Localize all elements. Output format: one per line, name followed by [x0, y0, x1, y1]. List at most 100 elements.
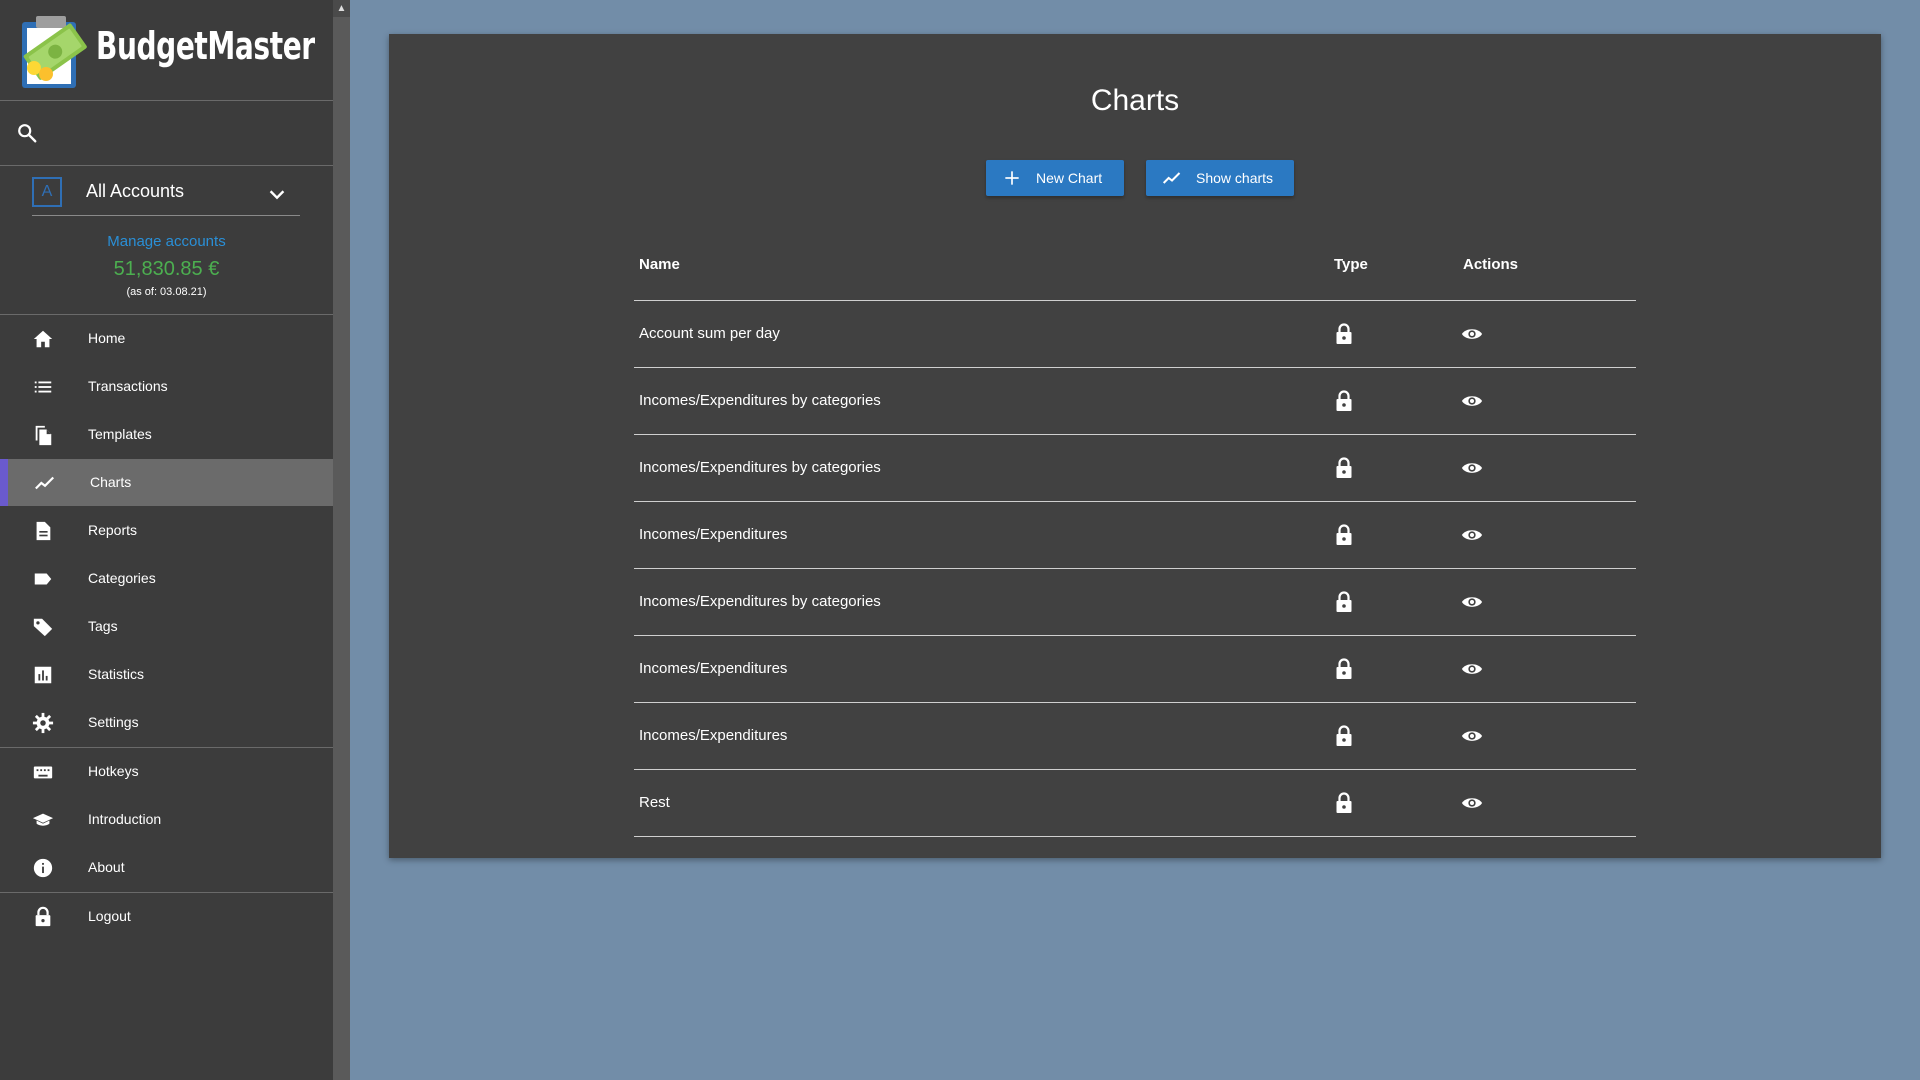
new-chart-button[interactable]: New Chart — [986, 160, 1124, 196]
app-title: BudgetMaster — [96, 24, 315, 68]
bar-chart-icon — [32, 664, 54, 686]
manage-accounts-link[interactable]: Manage accounts — [0, 233, 333, 250]
nav-label: About — [88, 859, 125, 875]
account-select-underline — [32, 215, 300, 216]
eye-icon[interactable] — [1461, 727, 1483, 745]
nav-label: Templates — [88, 426, 152, 442]
tag-icon — [32, 616, 54, 638]
nav-item-settings[interactable]: Settings — [0, 699, 333, 746]
nav-label: Logout — [88, 908, 131, 924]
table-row: Account sum per day — [634, 301, 1636, 368]
nav-item-reports[interactable]: Reports — [0, 507, 333, 554]
nav-label: Tags — [88, 618, 118, 634]
keyboard-icon — [32, 761, 54, 783]
nav-item-transactions[interactable]: Transactions — [0, 363, 333, 410]
chart-name: Incomes/Expenditures — [639, 727, 788, 744]
nav-item-statistics[interactable]: Statistics — [0, 651, 333, 698]
eye-icon[interactable] — [1461, 660, 1483, 678]
search-icon[interactable] — [16, 122, 38, 144]
gear-icon — [32, 712, 54, 734]
table-row: Incomes/Expenditures by categories — [634, 368, 1636, 435]
lock-icon — [1334, 323, 1354, 345]
charts-table: Name Type Actions Account sum per day Inc… — [634, 244, 1636, 837]
sidebar: BudgetMaster A All Accounts Manage accou… — [0, 0, 333, 1080]
new-chart-label: New Chart — [1036, 170, 1103, 186]
file-copy-icon — [32, 424, 54, 446]
nav-label: Charts — [90, 474, 132, 490]
scroll-up-icon[interactable]: ▲ — [333, 0, 350, 17]
chart-name: Account sum per day — [639, 325, 780, 342]
lock-icon — [1334, 591, 1354, 613]
nav-label: Settings — [88, 714, 139, 730]
nav-item-hotkeys[interactable]: Hotkeys — [0, 748, 333, 795]
chart-name: Incomes/Expenditures by categories — [639, 593, 881, 610]
sidebar-scrollbar[interactable]: ▲ — [333, 0, 350, 1080]
table-header: Name Type Actions — [634, 244, 1636, 301]
chart-name: Incomes/Expenditures — [639, 660, 788, 677]
eye-icon[interactable] — [1461, 526, 1483, 544]
eye-icon[interactable] — [1461, 325, 1483, 343]
account-badge: A — [32, 177, 62, 207]
school-icon — [32, 809, 54, 831]
nav-label: Statistics — [88, 666, 145, 682]
eye-icon[interactable] — [1461, 392, 1483, 410]
account-balance: 51,830.85 € — [113, 258, 220, 280]
chart-line-icon — [34, 472, 56, 494]
nav-item-templates[interactable]: Templates — [0, 411, 333, 458]
nav-label: Transactions — [88, 378, 168, 394]
column-header-type[interactable]: Type — [1334, 256, 1368, 273]
nav-label: Home — [88, 330, 126, 346]
document-icon — [32, 520, 54, 542]
nav-item-about[interactable]: About — [0, 844, 333, 891]
table-row: Incomes/Expenditures — [634, 502, 1636, 569]
app-logo[interactable] — [18, 10, 92, 92]
chevron-down-icon[interactable] — [266, 183, 288, 205]
lock-icon — [1334, 658, 1354, 680]
account-select-label: All Accounts — [86, 181, 185, 201]
nav-item-home[interactable]: Home — [0, 315, 333, 362]
lock-icon — [1334, 390, 1354, 412]
nav-label: Categories — [88, 570, 156, 586]
nav-label: Introduction — [88, 811, 162, 827]
info-icon — [32, 857, 54, 879]
chart-name: Rest — [639, 794, 670, 811]
nav-item-logout[interactable]: Logout — [0, 893, 333, 940]
nav-item-introduction[interactable]: Introduction — [0, 796, 333, 843]
charts-card: Charts New Chart Show charts Name Type A… — [389, 34, 1881, 858]
divider — [0, 100, 333, 101]
nav-label: Reports — [88, 522, 138, 538]
page-title: Charts — [1090, 84, 1180, 117]
column-header-name[interactable]: Name — [639, 256, 680, 273]
home-icon — [32, 328, 54, 350]
table-row: Rest — [634, 770, 1636, 837]
nav-item-tags[interactable]: Tags — [0, 603, 333, 650]
chart-line-icon — [1162, 168, 1182, 188]
lock-icon — [1334, 457, 1354, 479]
table-row: Incomes/Expenditures — [634, 703, 1636, 770]
list-icon — [32, 376, 54, 398]
chart-name: Incomes/Expenditures — [639, 526, 788, 543]
chart-name: Incomes/Expenditures by categories — [639, 392, 881, 409]
nav-item-categories[interactable]: Categories — [0, 555, 333, 602]
lock-icon — [1334, 725, 1354, 747]
plus-icon — [1002, 168, 1022, 188]
table-body: Account sum per day Incomes/Expenditures … — [634, 301, 1636, 837]
lock-icon — [1334, 792, 1354, 814]
table-row: Incomes/Expenditures by categories — [634, 435, 1636, 502]
chart-name: Incomes/Expenditures by categories — [639, 459, 881, 476]
nav-item-charts[interactable]: Charts — [0, 459, 333, 506]
table-row: Incomes/Expenditures by categories — [634, 569, 1636, 636]
lock-icon — [1334, 524, 1354, 546]
divider — [0, 165, 333, 166]
show-charts-label: Show charts — [1196, 170, 1274, 186]
label-icon — [32, 568, 54, 590]
eye-icon[interactable] — [1461, 459, 1483, 477]
column-header-actions: Actions — [1463, 256, 1519, 273]
eye-icon[interactable] — [1461, 593, 1483, 611]
account-select[interactable]: A All Accounts — [32, 175, 300, 215]
show-charts-button[interactable]: Show charts — [1146, 160, 1294, 196]
table-row: Incomes/Expenditures — [634, 636, 1636, 703]
eye-icon[interactable] — [1461, 794, 1483, 812]
lock-icon — [32, 906, 54, 928]
balance-date: (as of: 03.08.21) — [126, 286, 207, 298]
